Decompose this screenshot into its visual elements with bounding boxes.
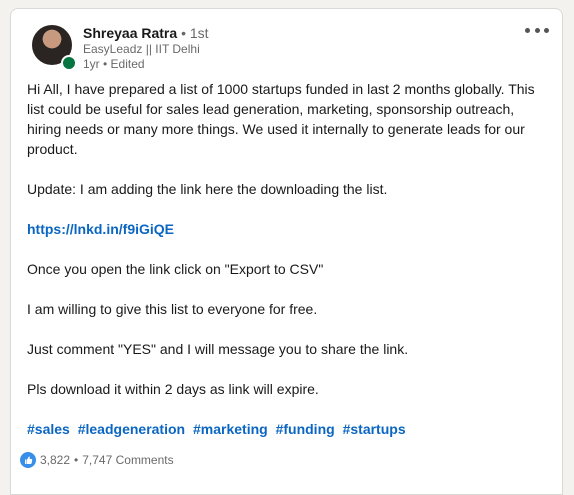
post-paragraph: Pls download it within 2 days as link wi…: [27, 381, 319, 397]
more-options-button[interactable]: [525, 24, 549, 36]
author-avatar[interactable]: [30, 23, 78, 71]
hashtag-link[interactable]: #leadgeneration: [78, 421, 185, 437]
author-info: Shreyaa Ratra • 1st EasyLeadz || IIT Del…: [83, 24, 209, 72]
author-headline: EasyLeadz || IIT Delhi: [83, 42, 200, 56]
post-paragraph: Update: I am adding the link here the do…: [27, 181, 388, 197]
social-counts: 3,822 • 7,747 Comments: [20, 452, 174, 468]
separator: •: [74, 453, 79, 467]
reactions-count[interactable]: 3,822: [40, 453, 70, 467]
post-body: Hi All, I have prepared a list of 1000 s…: [27, 79, 552, 439]
post-link[interactable]: https://lnkd.in/f9iGiQE: [27, 221, 174, 237]
connection-degree: • 1st: [181, 25, 209, 41]
ellipsis-icon: [525, 27, 530, 33]
ellipsis-icon: [534, 27, 540, 33]
post-paragraph: Once you open the link click on "Export …: [27, 261, 324, 277]
hashtag-link[interactable]: #sales: [27, 421, 70, 437]
comments-count[interactable]: 7,747 Comments: [82, 453, 173, 467]
hashtag-link[interactable]: #startups: [343, 421, 406, 437]
post-paragraph: Just comment "YES" and I will message yo…: [27, 341, 409, 357]
post-paragraph: I am willing to give this list to everyo…: [27, 301, 318, 317]
post-meta: 1yr • Edited: [83, 57, 145, 71]
hashtag-list: #sales #leadgeneration #marketing #fundi…: [27, 419, 552, 439]
hashtag-link[interactable]: #marketing: [193, 421, 268, 437]
online-status-icon: [61, 55, 77, 71]
thumbs-up-icon: [20, 452, 36, 468]
ellipsis-icon: [544, 27, 549, 33]
post-paragraph: Hi All, I have prepared a list of 1000 s…: [27, 81, 535, 157]
post-card: Shreyaa Ratra • 1st EasyLeadz || IIT Del…: [10, 8, 563, 495]
author-name[interactable]: Shreyaa Ratra: [83, 25, 177, 41]
hashtag-link[interactable]: #funding: [276, 421, 335, 437]
author-name-row: Shreyaa Ratra • 1st: [83, 24, 209, 42]
